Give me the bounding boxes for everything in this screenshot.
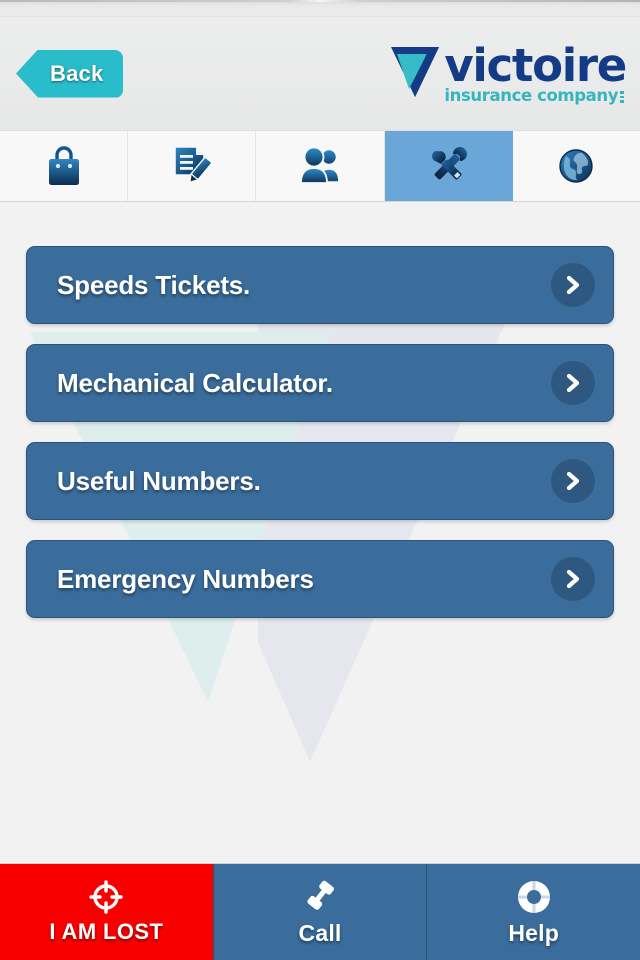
chevron-right-icon[interactable] — [551, 263, 595, 307]
tab-shopping-bag[interactable] — [0, 131, 129, 201]
tab-world[interactable] — [512, 131, 640, 201]
shopping-bag-icon — [44, 144, 84, 188]
menu-item-label: Mechanical Calculator. — [57, 367, 333, 398]
help-button[interactable]: Help — [426, 864, 640, 960]
back-button-label: Back — [50, 60, 104, 86]
brand-tagline-row: insurance company — [444, 88, 626, 105]
brand-logo-text: victoire insurance company — [444, 39, 627, 105]
call-button[interactable]: Call — [212, 864, 427, 960]
back-button[interactable]: Back — [16, 49, 124, 98]
brand-name: victoire — [444, 39, 627, 93]
menu-item-label: Speeds Tickets. — [57, 269, 251, 300]
tagline-dots-icon — [620, 91, 625, 105]
call-label: Call — [298, 919, 342, 946]
menu-item-mechanical-calculator[interactable]: Mechanical Calculator. — [26, 344, 614, 422]
tab-contacts[interactable] — [256, 131, 385, 201]
i-am-lost-label: I AM LOST — [49, 919, 164, 944]
tab-bar — [0, 130, 640, 202]
menu-item-speeds-tickets[interactable]: Speeds Tickets. — [26, 246, 614, 324]
menu-item-emergency-numbers[interactable]: Emergency Numbers — [26, 540, 614, 618]
chevron-right-icon[interactable] — [551, 459, 595, 503]
menu-item-useful-numbers[interactable]: Useful Numbers. — [26, 442, 614, 520]
crosshair-target-icon — [88, 879, 124, 919]
content-area: Speeds Tickets. Mechanical Calculator. U… — [0, 202, 640, 863]
brand-tagline: insurance company — [444, 86, 619, 106]
i-am-lost-button[interactable]: I AM LOST — [0, 864, 213, 960]
app-screen: Back victoire insurance company Speeds T… — [0, 0, 640, 960]
tools-icon — [422, 142, 474, 190]
app-header: Back victoire insurance company — [0, 17, 640, 130]
menu-item-label: Emergency Numbers — [57, 563, 314, 594]
phone-handset-icon — [302, 878, 338, 920]
tab-tools[interactable] — [384, 131, 513, 201]
help-label: Help — [508, 919, 559, 946]
victoire-triangle-logo-icon — [389, 45, 441, 99]
brand-logo: victoire insurance company — [389, 39, 627, 105]
menu-item-label: Useful Numbers. — [57, 465, 261, 496]
people-icon — [296, 145, 344, 187]
chevron-right-icon[interactable] — [551, 557, 595, 601]
chevron-right-icon[interactable] — [551, 361, 595, 405]
bottom-action-bar: I AM LOST Call Help — [0, 863, 640, 960]
lifebuoy-icon — [515, 878, 553, 920]
document-pencil-icon — [170, 143, 214, 189]
menu-list: Speeds Tickets. Mechanical Calculator. U… — [0, 202, 640, 638]
status-bar — [0, 0, 640, 17]
tab-documents[interactable] — [128, 131, 257, 201]
globe-icon — [556, 146, 596, 186]
